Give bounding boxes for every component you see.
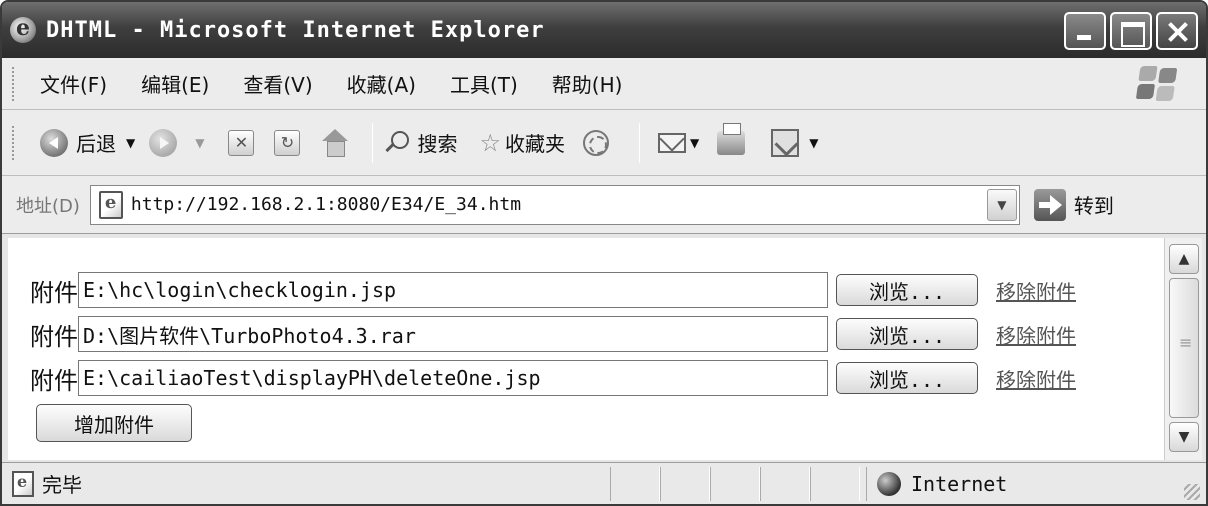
close-button[interactable] — [1156, 12, 1198, 50]
menu-file[interactable]: 文件(F) — [40, 69, 107, 98]
search-label: 搜索 — [417, 132, 458, 156]
status-text: 完毕 — [42, 473, 82, 497]
attachment-row: 附件 E:\hc\login\checklogin.jsp 浏览... 移除附件 — [30, 270, 1076, 310]
remove-attachment-link[interactable]: 移除附件 — [996, 320, 1076, 349]
address-bar: 地址(D) http://192.168.2.1:8080/E34/E_34.h… — [2, 176, 1206, 234]
attachment-file-input[interactable]: E:\cailiaoTest\displayPH\deleteOne.jsp — [78, 360, 828, 396]
forward-dropdown-icon[interactable]: ▼ — [195, 136, 204, 150]
attachment-row: 附件 E:\cailiaoTest\displayPH\deleteOne.js… — [30, 358, 1076, 398]
go-arrow-icon — [1033, 188, 1066, 221]
attachment-file-input[interactable]: E:\hc\login\checklogin.jsp — [78, 272, 828, 308]
attachment-file-input[interactable]: D:\图片软件\TurboPhoto4.3.rar — [78, 316, 828, 352]
ie-icon — [10, 15, 36, 43]
scroll-up-icon[interactable]: ▲ — [1169, 244, 1199, 274]
menu-tools[interactable]: 工具(T) — [450, 69, 518, 98]
back-button[interactable]: 后退 — [40, 128, 116, 157]
favorites-button[interactable]: ☆ 收藏夹 — [479, 128, 565, 157]
address-dropdown-icon[interactable]: ▼ — [986, 188, 1017, 221]
attachment-label: 附件 — [30, 322, 78, 351]
favorites-label: 收藏夹 — [504, 132, 565, 156]
back-arrow-icon — [40, 128, 68, 157]
status-pane — [810, 467, 860, 501]
menu-help[interactable]: 帮助(H) — [552, 69, 623, 98]
browse-button[interactable]: 浏览... — [836, 318, 978, 350]
menubar-grip[interactable] — [12, 66, 18, 101]
menu-bar: 文件(F) 编辑(E) 查看(V) 收藏(A) 工具(T) 帮助(H) — [2, 58, 1206, 110]
back-label: 后退 — [76, 132, 116, 156]
zone-text: Internet — [911, 472, 1008, 496]
attachment-label: 附件 — [30, 366, 78, 395]
page-icon — [98, 190, 123, 219]
scroll-thumb[interactable] — [1169, 278, 1199, 418]
print-icon[interactable] — [717, 122, 746, 155]
menu-edit[interactable]: 编辑(E) — [141, 69, 209, 98]
page-status-icon — [12, 470, 34, 497]
toolbar-separator — [638, 122, 640, 163]
window-controls — [1064, 12, 1198, 50]
toolbar-grip[interactable] — [12, 125, 18, 160]
remove-attachment-link[interactable]: 移除附件 — [996, 276, 1076, 305]
address-input[interactable]: http://192.168.2.1:8080/E34/E_34.htm ▼ — [89, 184, 1020, 225]
windows-logo-icon — [1135, 66, 1180, 102]
media-icon[interactable] — [582, 129, 609, 156]
edit-icon[interactable] — [771, 128, 800, 157]
menu-favorites[interactable]: 收藏(A) — [347, 69, 416, 98]
toolbar-separator — [372, 122, 374, 163]
attachment-row: 附件 D:\图片软件\TurboPhoto4.3.rar 浏览... 移除附件 — [30, 314, 1076, 354]
resize-grip-icon[interactable] — [1184, 484, 1200, 500]
attachment-label: 附件 — [30, 278, 78, 307]
browse-button[interactable]: 浏览... — [836, 362, 978, 394]
status-bar: 完毕 Internet — [2, 462, 1206, 504]
page-content: 附件 E:\hc\login\checklogin.jsp 浏览... 移除附件… — [8, 238, 1164, 460]
menu-view[interactable]: 查看(V) — [243, 69, 312, 98]
browser-window: DHTML - Microsoft Internet Explorer 文件(F… — [0, 0, 1208, 506]
add-attachment-button[interactable]: 增加附件 — [36, 404, 192, 442]
title-bar[interactable]: DHTML - Microsoft Internet Explorer — [2, 2, 1206, 58]
browse-button[interactable]: 浏览... — [836, 274, 978, 306]
remove-attachment-link[interactable]: 移除附件 — [996, 364, 1076, 393]
mail-icon[interactable] — [657, 132, 686, 153]
address-label: 地址(D) — [16, 195, 80, 217]
globe-icon — [877, 472, 901, 496]
address-url[interactable]: http://192.168.2.1:8080/E34/E_34.htm — [131, 194, 521, 215]
search-icon — [385, 130, 410, 155]
minimize-button[interactable] — [1064, 12, 1106, 50]
status-pane — [710, 467, 760, 501]
maximize-button[interactable] — [1110, 12, 1152, 50]
stop-icon[interactable]: ✕ — [228, 129, 255, 156]
search-button[interactable]: 搜索 — [385, 128, 457, 157]
star-icon: ☆ — [479, 128, 501, 157]
go-label: 转到 — [1073, 194, 1114, 218]
status-panes — [610, 467, 860, 501]
status-pane — [760, 467, 810, 501]
home-icon[interactable] — [320, 128, 350, 157]
scroll-down-icon[interactable]: ▼ — [1169, 422, 1199, 452]
edit-dropdown-icon[interactable]: ▼ — [809, 136, 818, 150]
standard-toolbar: 后退 ▼ ▼ ✕ ↻ 搜索 ☆ 收藏夹 ▼ ▼ — [2, 110, 1206, 176]
security-zone[interactable]: Internet — [866, 467, 1007, 501]
go-button[interactable]: 转到 — [1033, 188, 1114, 221]
vertical-scrollbar[interactable]: ▲ ▼ — [1164, 238, 1202, 460]
status-pane — [610, 467, 660, 501]
mail-dropdown-icon[interactable]: ▼ — [690, 136, 699, 150]
refresh-icon[interactable]: ↻ — [274, 129, 301, 156]
forward-button[interactable] — [149, 128, 178, 157]
window-title: DHTML - Microsoft Internet Explorer — [46, 17, 545, 43]
status-pane — [660, 467, 710, 501]
back-dropdown-icon[interactable]: ▼ — [126, 136, 135, 150]
